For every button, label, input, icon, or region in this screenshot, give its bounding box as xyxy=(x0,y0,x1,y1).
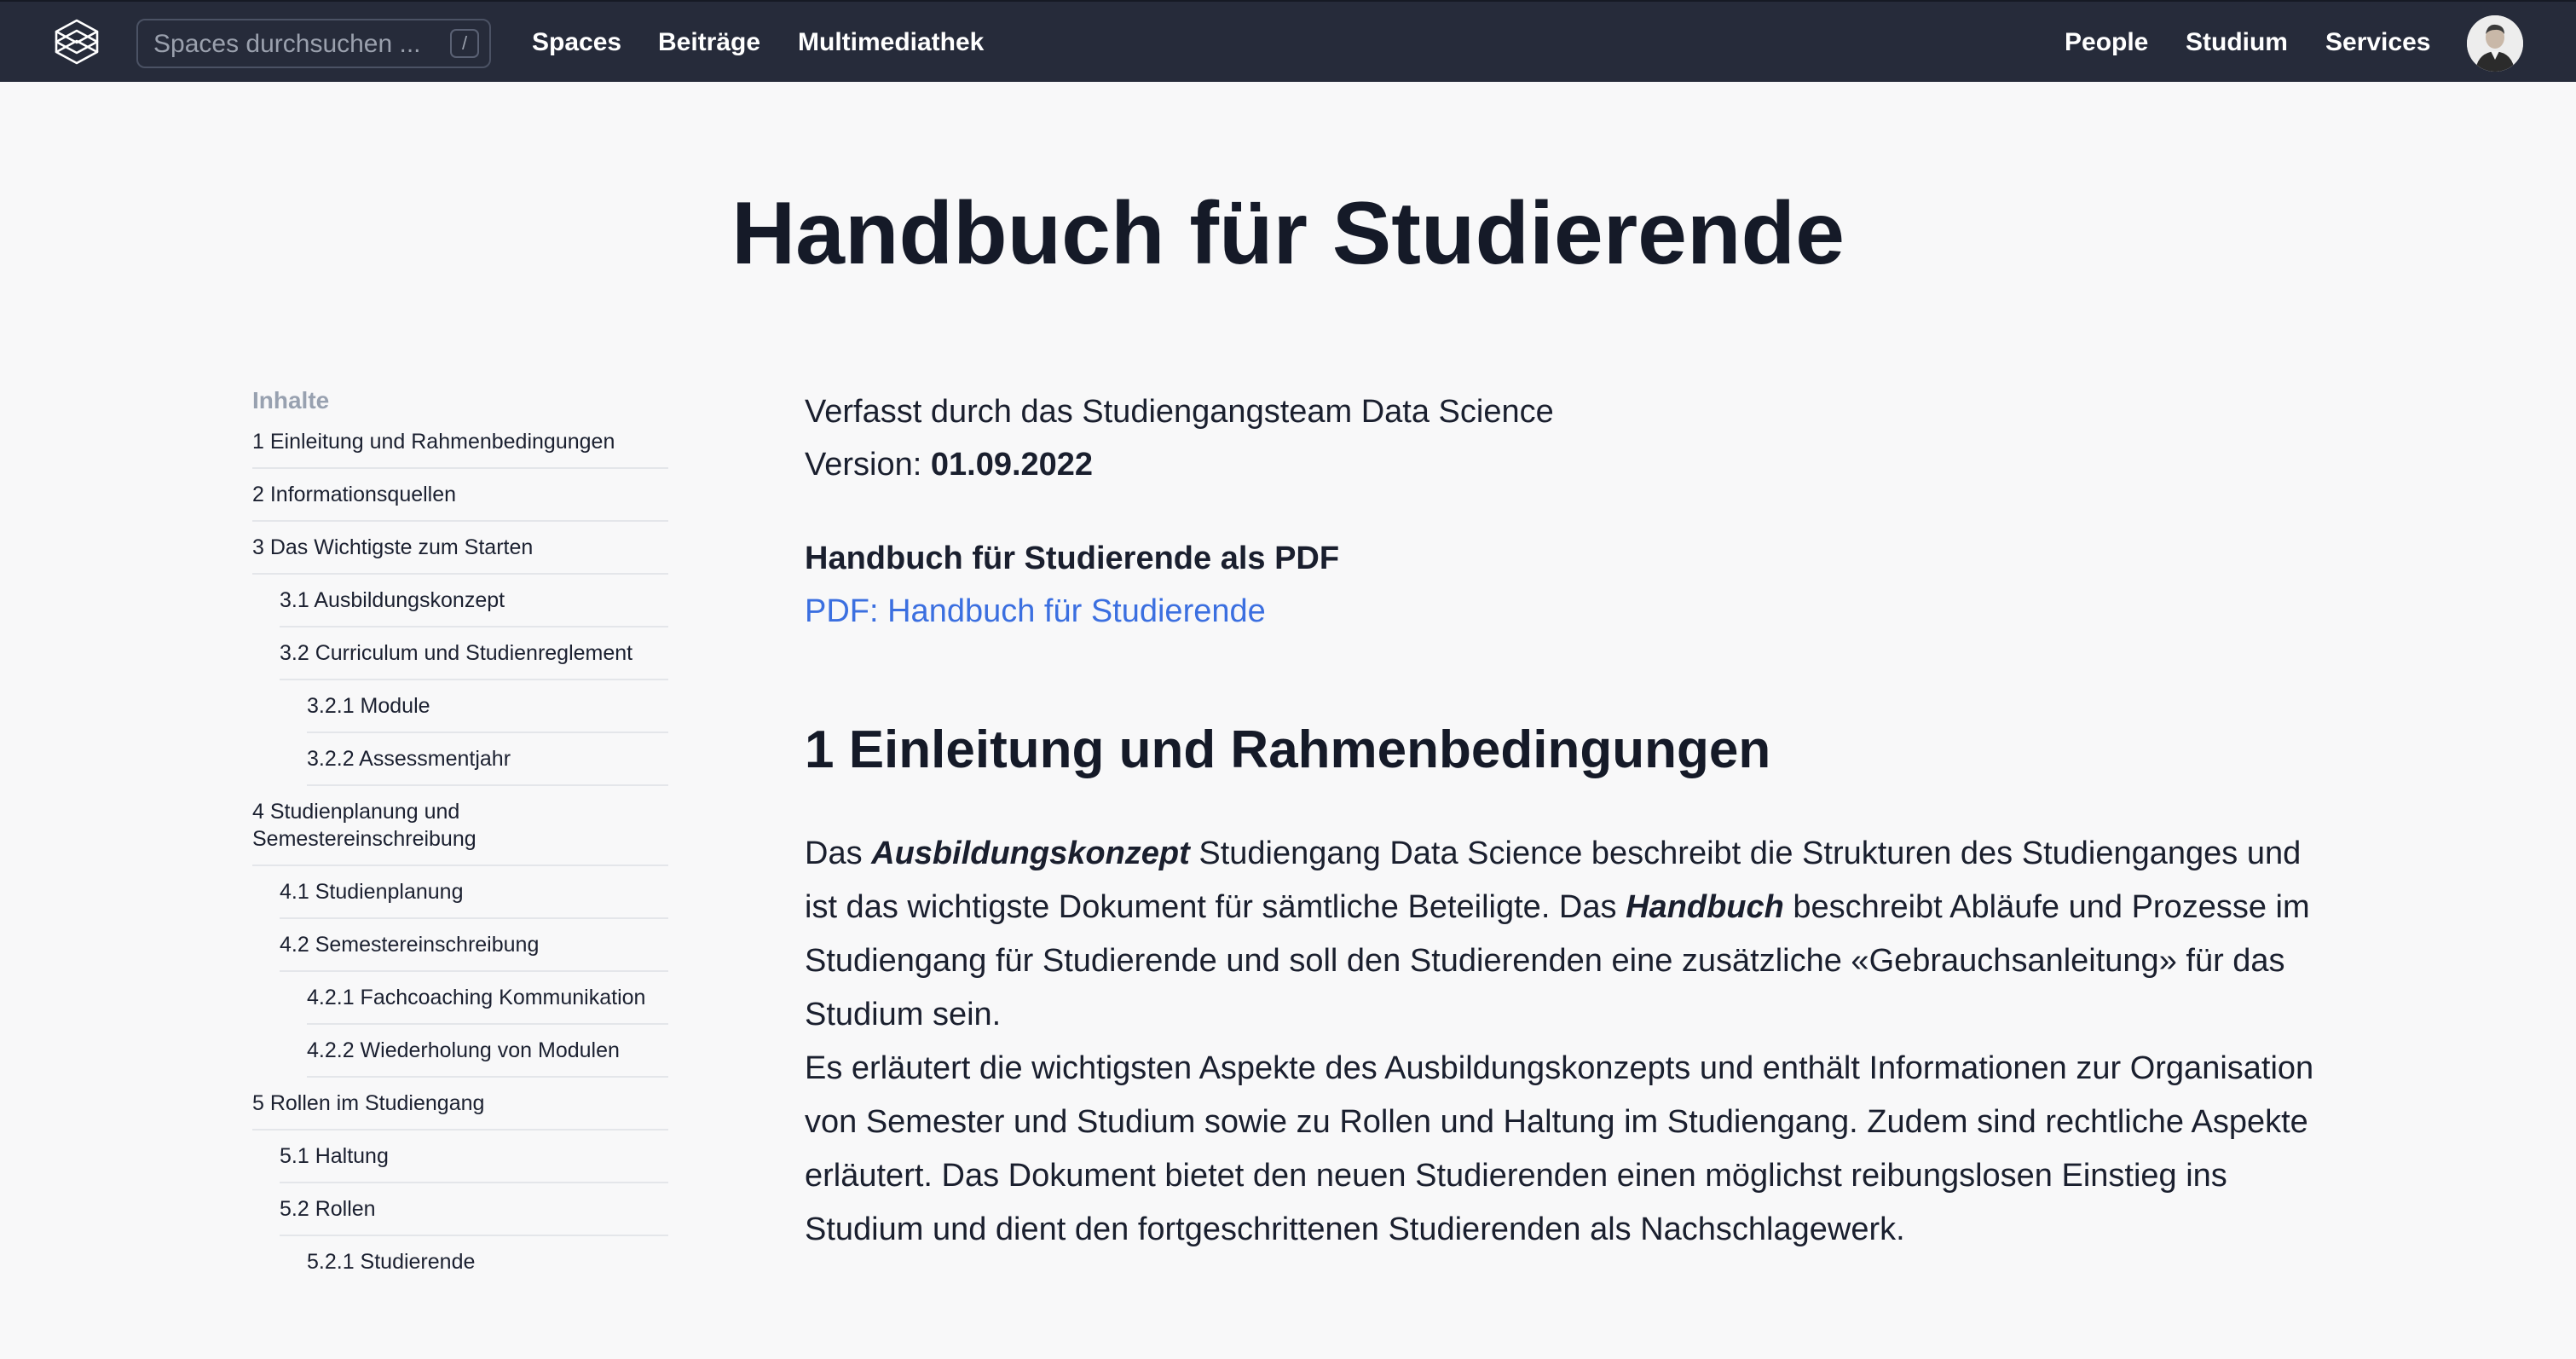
toc-item[interactable]: 5.2.1 Studierende xyxy=(307,1236,668,1287)
nav-beitraege[interactable]: Beiträge xyxy=(658,27,760,58)
toc-item[interactable]: 3.2.2 Assessmentjahr xyxy=(307,733,668,786)
user-avatar[interactable] xyxy=(2467,15,2523,72)
author-line: Verfasst durch das Studiengangsteam Data… xyxy=(805,394,1554,430)
toc-item[interactable]: 5.1 Haltung xyxy=(280,1131,668,1183)
toc-item[interactable]: 4.2.2 Wiederholung von Modulen xyxy=(307,1025,668,1078)
logo-icon[interactable] xyxy=(49,15,104,70)
nav-studium[interactable]: Studium xyxy=(2186,27,2288,58)
toc-item[interactable]: 1 Einleitung und Rahmenbedingungen xyxy=(252,428,668,469)
nav-multimediathek[interactable]: Multimediathek xyxy=(798,27,984,58)
main-content: Verfasst durch das Studiengangsteam Data… xyxy=(805,385,2339,1257)
search-box[interactable]: / xyxy=(136,19,491,68)
toc-item[interactable]: 4.1 Studienplanung xyxy=(280,866,668,919)
version-label: Version: xyxy=(805,447,931,483)
intro-paragraph: Das Ausbildungskonzept Studiengang Data … xyxy=(805,827,2331,1042)
emphasis-ausbildungskonzept: Ausbildungskonzept xyxy=(871,836,1190,871)
user-avatar-icon xyxy=(2467,15,2523,72)
nav-people[interactable]: People xyxy=(2065,27,2148,58)
nav-spaces[interactable]: Spaces xyxy=(532,27,621,58)
version-line: Version: 01.09.2022 xyxy=(805,438,2339,491)
body-paragraph: Es erläutert die wichtigsten Aspekte des… xyxy=(805,1050,2314,1247)
toc-item[interactable]: 3.2 Curriculum und Studienreglement xyxy=(280,627,668,680)
toc-item[interactable]: 3 Das Wichtigste zum Starten xyxy=(252,522,668,575)
pdf-download-link[interactable]: PDF: Handbuch für Studierende xyxy=(805,585,1266,638)
toc-item[interactable]: 3.2.1 Module xyxy=(307,680,668,733)
toc-item[interactable]: 4.2.1 Fachcoaching Kommunikation xyxy=(307,972,668,1025)
section-heading: 1 Einleitung und Rahmenbedingungen xyxy=(805,720,1771,779)
page-title: Handbuch für Studierende xyxy=(731,184,1845,283)
nav-services[interactable]: Services xyxy=(2325,27,2430,58)
toc-item[interactable]: 2 Informationsquellen xyxy=(252,469,668,522)
toc-item[interactable]: 3.1 Ausbildungskonzept xyxy=(280,575,668,627)
pdf-heading: Handbuch für Studierende als PDF xyxy=(805,541,1340,576)
text-span: Das xyxy=(805,836,872,871)
toc-item[interactable]: 4 Studienplanung und Semestereinschreibu… xyxy=(252,786,508,865)
emphasis-handbuch: Handbuch xyxy=(1626,889,1784,925)
version-value: 01.09.2022 xyxy=(930,447,1094,483)
toc-item[interactable]: 4.2 Semestereinschreibung xyxy=(280,919,668,972)
top-navigation-bar: / Spaces Beiträge Multimediathek People … xyxy=(0,0,2576,82)
toc-item[interactable]: 5 Rollen im Studiengang xyxy=(252,1078,668,1131)
table-of-contents: Inhalte 1 Einleitung und Rahmenbedingung… xyxy=(252,385,668,1287)
toc-item[interactable]: 5.2 Rollen xyxy=(280,1183,668,1236)
search-shortcut-key: / xyxy=(450,29,479,58)
toc-heading: Inhalte xyxy=(252,387,330,413)
search-input[interactable] xyxy=(152,27,436,61)
